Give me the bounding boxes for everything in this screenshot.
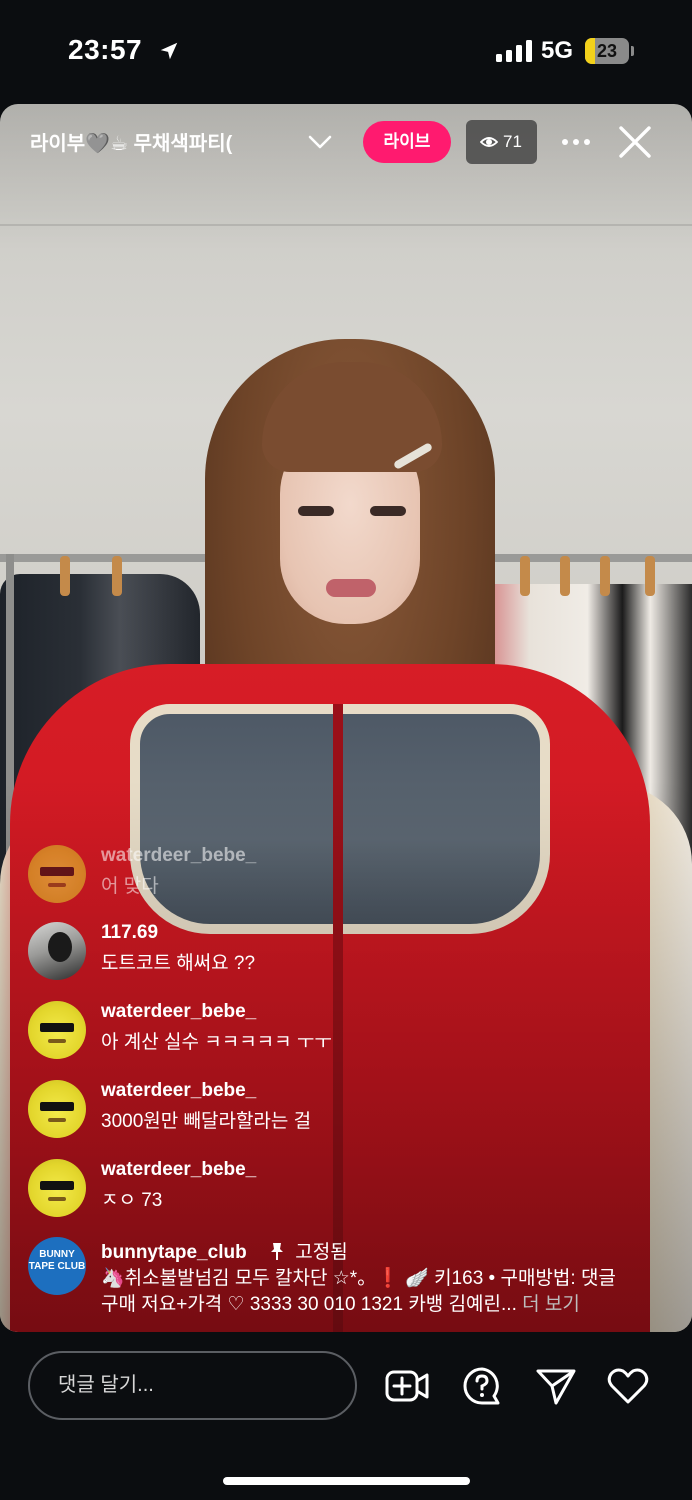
pinned-text-line-2-body: 구매 저요+가격 ♡ 3333 30 010 1321 카뱅 김예린... [101, 1294, 517, 1315]
comment-input[interactable] [28, 1351, 357, 1420]
user-avatar[interactable] [28, 845, 86, 903]
comment-username[interactable]: 117.69 [101, 922, 158, 944]
battery-level: 23 [596, 41, 618, 61]
home-indicator[interactable] [223, 1477, 470, 1485]
eye-icon [480, 137, 498, 147]
live-badge: 라이브 [363, 121, 451, 163]
network-type: 5G [541, 37, 574, 64]
comment-text: 도트코트 해써요 ?? [101, 953, 256, 974]
add-video-icon[interactable] [385, 1366, 429, 1406]
battery-indicator: 23 [585, 38, 629, 64]
pinned-comment-header: bunnytape_club 고정됨 [101, 1237, 348, 1264]
user-avatar[interactable] [28, 922, 86, 980]
comment-text: 아 계산 실수 ㅋㅋㅋㅋㅋ ㅜㅜ [101, 1032, 332, 1053]
question-icon[interactable] [460, 1366, 504, 1406]
battery-nub [631, 46, 634, 56]
cellular-signal-icon [496, 40, 532, 62]
comment-username[interactable]: waterdeer_bebe_ [101, 1080, 256, 1102]
avatar-logo-text: BUNNY TAPE CLUB [28, 1249, 86, 1272]
user-avatar[interactable] [28, 1080, 86, 1138]
pinned-label: 고정됨 [295, 1242, 348, 1263]
comment-text: 3000원만 빼달라할라는 걸 [101, 1111, 312, 1132]
live-host-title[interactable]: 라이부🩶☕ 무채색파티( [30, 127, 232, 156]
viewer-count: 71 [503, 132, 522, 151]
comment-username[interactable]: waterdeer_bebe_ [101, 845, 256, 867]
comment-text: ㅈㅇ 73 [101, 1190, 163, 1211]
pin-icon [270, 1243, 283, 1260]
location-arrow-icon [160, 42, 178, 60]
heart-icon[interactable] [606, 1366, 650, 1406]
close-icon[interactable] [617, 124, 653, 160]
user-avatar[interactable]: BUNNY TAPE CLUB [28, 1237, 86, 1295]
status-bar: 23:57 5G 23 [0, 0, 692, 104]
more-horizontal-icon[interactable] [560, 128, 592, 156]
see-more-link[interactable]: 더 보기 [522, 1294, 580, 1315]
send-icon[interactable] [534, 1366, 578, 1406]
comment-text: 어 맞다 [101, 876, 159, 897]
status-time: 23:57 [68, 34, 143, 65]
comment-username[interactable]: waterdeer_bebe_ [101, 1001, 256, 1023]
viewer-count-badge[interactable]: 71 [466, 120, 537, 164]
live-video[interactable] [0, 104, 692, 1332]
user-avatar[interactable] [28, 1159, 86, 1217]
pinned-text-line-1: 🦄취소불발넘김 모두 칼차단 ☆*。❗️ 🪽 키163 • 구매방법: 댓글 [101, 1268, 616, 1289]
video-vignette [0, 104, 692, 1332]
comment-username[interactable]: bunnytape_club [101, 1242, 247, 1263]
pinned-text-line-2: 구매 저요+가격 ♡ 3333 30 010 1321 카뱅 김예린... 더 … [101, 1289, 580, 1316]
chevron-down-icon[interactable] [308, 133, 332, 151]
comment-username[interactable]: waterdeer_bebe_ [101, 1159, 256, 1181]
user-avatar[interactable] [28, 1001, 86, 1059]
